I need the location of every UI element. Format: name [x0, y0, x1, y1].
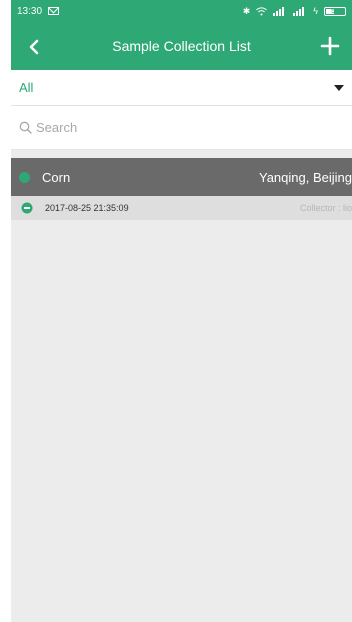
- app-header: 13:30 ✱ ϟ 50 Sample Collection List: [11, 0, 352, 70]
- search-icon: [19, 121, 32, 134]
- sample-record-row[interactable]: 2017-08-25 21:35:09 Collector : lio: [11, 196, 352, 220]
- back-button[interactable]: [21, 34, 47, 60]
- status-bar: 13:30 ✱ ϟ 50: [11, 0, 352, 22]
- wifi-icon: [256, 6, 268, 15]
- group-status-dot: [19, 171, 30, 183]
- plus-icon: [320, 36, 340, 56]
- battery-icon: 50: [324, 6, 346, 16]
- toolbar: Sample Collection List: [11, 22, 352, 70]
- battery-level: 50: [331, 7, 339, 15]
- sample-group-header[interactable]: Corn Yanqing, Beijing: [11, 158, 352, 196]
- signal-icon-2: [293, 6, 305, 16]
- location-label: Yanqing, Beijing: [259, 169, 352, 185]
- search-input[interactable]: [36, 120, 344, 135]
- add-sample-button[interactable]: [316, 32, 344, 60]
- status-time: 13:30: [17, 5, 43, 17]
- signal-icon: [273, 6, 285, 16]
- bluetooth-icon: ✱: [242, 5, 251, 16]
- caret-down-icon: [334, 84, 344, 91]
- crop-name: Corn: [42, 169, 71, 185]
- filter-selected-value: All: [19, 80, 34, 95]
- chevron-left-icon: [29, 39, 39, 55]
- search-bar: [11, 106, 352, 150]
- page-title: Sample Collection List: [112, 38, 251, 54]
- category-filter-dropdown[interactable]: All: [11, 70, 352, 106]
- record-collector: Collector : lio: [299, 203, 352, 213]
- app-screen: 13:30 ✱ ϟ 50 Sample Collection List All …: [11, 0, 352, 622]
- mail-icon: [48, 7, 60, 15]
- record-datetime: 2017-08-25 21:35:09: [45, 203, 129, 213]
- timeline-node-icon: [19, 200, 35, 216]
- charging-icon: ϟ: [313, 6, 318, 16]
